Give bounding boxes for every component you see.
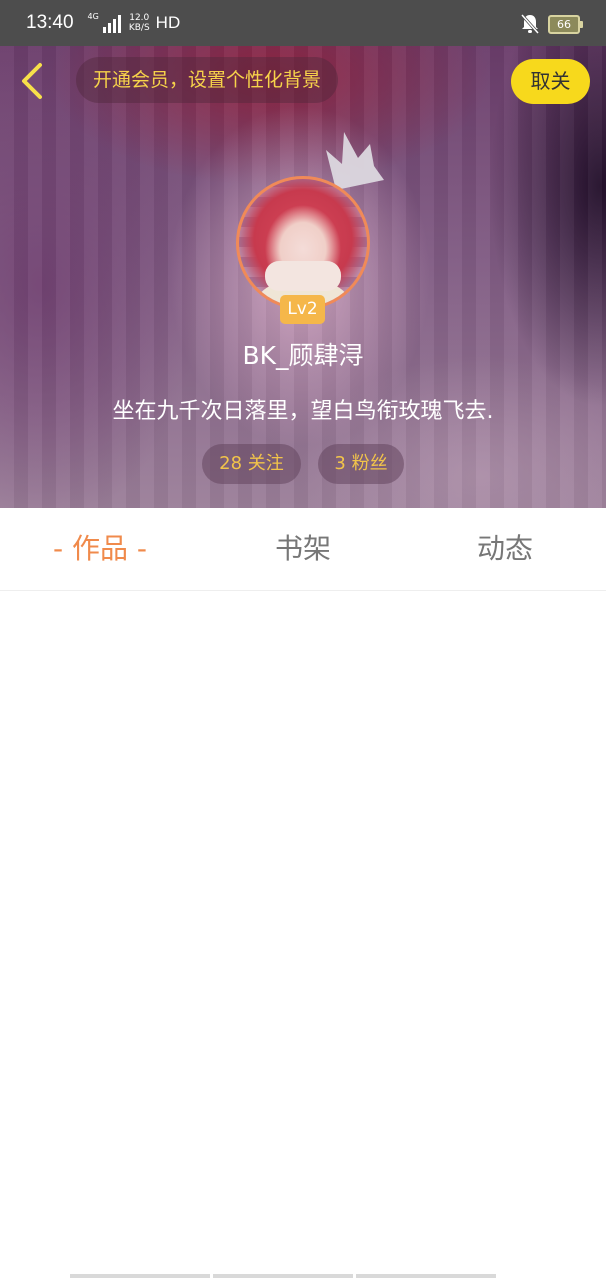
speed-value: 12.0	[129, 13, 150, 23]
network-speed: 12.0 KB/S	[129, 13, 150, 33]
network-type: 4G	[87, 12, 99, 21]
avatar-hands	[265, 261, 341, 291]
hd-indicator: HD	[155, 13, 181, 32]
tab-bookshelf[interactable]: 书架	[233, 508, 373, 590]
signal-icon: 4G	[88, 13, 121, 33]
following-count-button[interactable]: 28 关注	[202, 444, 301, 484]
battery-icon: 66	[548, 14, 583, 34]
profile-tabs: - 作品 - 书架 动态	[0, 508, 606, 591]
level-badge: Lv2	[280, 295, 325, 324]
tab-works-label: 作品	[71, 532, 128, 565]
user-bio: 坐在九千次日落里，望白鸟衔玫瑰飞去.	[112, 399, 494, 424]
tab-bookshelf-label: 书架	[274, 532, 331, 565]
chevron-left-icon	[22, 63, 42, 99]
bell-off-icon	[520, 14, 540, 34]
tab-content	[0, 591, 606, 1271]
vip-background-promo[interactable]: 开通会员，设置个性化背景	[76, 57, 339, 103]
back-button[interactable]	[14, 61, 50, 101]
battery-level: 66	[557, 17, 571, 31]
status-bar: 13:40 4G 12.0 KB/S HD 66	[0, 0, 606, 46]
tab-works[interactable]: - 作品 -	[30, 508, 170, 590]
bottom-nav-hint	[70, 1274, 496, 1278]
speed-unit: KB/S	[128, 23, 150, 33]
unfollow-button[interactable]: 取关	[511, 59, 590, 104]
tab-activity-label: 动态	[476, 532, 533, 565]
avatar[interactable]	[236, 176, 370, 310]
profile-header: 开通会员，设置个性化背景 取关 Lv2 BK_顾肆浔 坐在九千次日落里，望白鸟衔…	[0, 46, 606, 508]
tab-activity[interactable]: 动态	[435, 508, 575, 590]
status-time: 13:40	[26, 12, 74, 33]
username: BK_顾肆浔	[242, 341, 364, 370]
fans-count-button[interactable]: 3 粉丝	[318, 444, 404, 484]
